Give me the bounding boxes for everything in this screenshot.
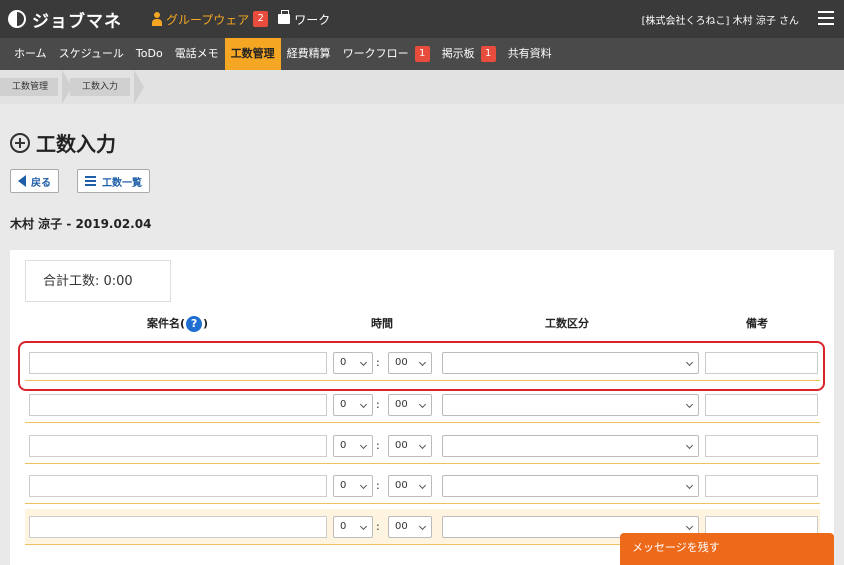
groupware-badge: 2 xyxy=(253,11,269,27)
nav-bulletin-label: 掲示板 xyxy=(441,47,475,60)
chevron-down-icon xyxy=(359,481,368,490)
arrow-left-icon xyxy=(18,175,26,187)
entry-panel: 合計工数: 0:00 案件名(?) 時間 工数区分 備考 0 : 00 0 : … xyxy=(10,250,834,565)
minutes-select[interactable]: 00 xyxy=(388,394,432,416)
workflow-badge: 1 xyxy=(414,46,430,62)
chevron-down-icon xyxy=(685,522,694,531)
note-input[interactable] xyxy=(705,394,818,416)
list-icon xyxy=(85,176,96,186)
breadcrumb-arrow-icon xyxy=(134,70,144,104)
work-label: ワーク xyxy=(294,12,331,27)
briefcase-icon xyxy=(278,10,291,24)
chevron-down-icon xyxy=(359,522,368,531)
hours-select[interactable]: 0 xyxy=(333,516,373,538)
hamburger-menu-icon[interactable] xyxy=(818,11,834,25)
chevron-down-icon xyxy=(418,400,427,409)
man-hours-list-button[interactable]: 工数一覧 xyxy=(77,169,150,193)
help-icon[interactable]: ? xyxy=(186,316,203,332)
nav-phone-memo[interactable]: 電話メモ xyxy=(169,38,225,70)
table-row: 0 : 00 xyxy=(25,468,820,504)
category-select[interactable] xyxy=(442,435,699,457)
leave-message-button[interactable]: メッセージを残す xyxy=(620,533,834,565)
chevron-down-icon xyxy=(685,400,694,409)
logo-text: ジョブマネ xyxy=(32,11,122,32)
nav-man-hours[interactable]: 工数管理 xyxy=(224,38,281,70)
project-input[interactable] xyxy=(29,394,327,416)
person-icon xyxy=(152,12,162,26)
chevron-down-icon xyxy=(359,400,368,409)
table-row: 0 : 00 xyxy=(25,387,820,423)
nav-schedule[interactable]: スケジュール xyxy=(53,38,130,70)
chevron-down-icon xyxy=(418,441,427,450)
nav-workflow[interactable]: ワークフロー 1 xyxy=(337,38,436,70)
chevron-down-icon xyxy=(418,522,427,531)
breadcrumb-item-input: 工数入力 xyxy=(70,70,144,104)
groupware-link[interactable]: グループウェア 2 xyxy=(152,11,269,28)
nav-todo[interactable]: ToDo xyxy=(130,38,169,70)
table-row: 0 : 00 xyxy=(25,428,820,464)
chevron-down-icon xyxy=(685,441,694,450)
main-nav: ホーム スケジュール ToDo 電話メモ 工数管理 経費精算 ワークフロー 1 … xyxy=(0,38,844,70)
nav-home[interactable]: ホーム xyxy=(8,38,53,70)
hours-select[interactable]: 0 xyxy=(333,475,373,497)
category-select[interactable] xyxy=(442,475,699,497)
nav-bulletin[interactable]: 掲示板 1 xyxy=(436,38,502,70)
nav-shared-docs[interactable]: 共有資料 xyxy=(502,38,558,70)
category-select[interactable] xyxy=(442,394,699,416)
project-input[interactable] xyxy=(29,435,327,457)
breadcrumb: 工数管理 工数入力 xyxy=(0,70,844,104)
note-input[interactable] xyxy=(705,435,818,457)
hours-select[interactable]: 0 xyxy=(333,435,373,457)
bulletin-badge: 1 xyxy=(480,46,496,62)
top-bar: ジョブマネ グループウェア 2 ワーク [株式会社くろねこ] 木村 涼子 さん xyxy=(0,0,844,38)
user-name[interactable]: [株式会社くろねこ] 木村 涼子 さん xyxy=(642,12,799,27)
back-button[interactable]: 戻る xyxy=(10,169,59,193)
hours-select[interactable]: 0 xyxy=(333,394,373,416)
plus-circle-icon xyxy=(10,132,30,153)
header-note: 備考 xyxy=(746,317,768,330)
header-time: 時間 xyxy=(371,317,393,330)
chevron-down-icon xyxy=(359,441,368,450)
logo-icon xyxy=(8,10,26,28)
logo[interactable]: ジョブマネ xyxy=(8,7,122,32)
note-input[interactable] xyxy=(705,475,818,497)
nav-expenses[interactable]: 経費精算 xyxy=(281,38,337,70)
highlight-annotation xyxy=(18,341,825,391)
chevron-down-icon xyxy=(418,481,427,490)
user-date: 木村 涼子 - 2019.02.04 xyxy=(10,217,152,231)
minutes-select[interactable]: 00 xyxy=(388,475,432,497)
chevron-down-icon xyxy=(685,481,694,490)
total-hours: 合計工数: 0:00 xyxy=(25,260,171,302)
minutes-select[interactable]: 00 xyxy=(388,435,432,457)
project-input[interactable] xyxy=(29,516,327,538)
project-input[interactable] xyxy=(29,475,327,497)
nav-workflow-label: ワークフロー xyxy=(342,47,409,60)
header-project: 案件名(?) xyxy=(147,316,209,332)
minutes-select[interactable]: 00 xyxy=(388,516,432,538)
header-category: 工数区分 xyxy=(545,317,589,330)
groupware-label: グループウェア xyxy=(166,12,250,27)
page-title: 工数入力 xyxy=(10,128,116,157)
work-link[interactable]: ワーク xyxy=(278,10,331,28)
breadcrumb-item-man-hours[interactable]: 工数管理 xyxy=(0,70,72,104)
